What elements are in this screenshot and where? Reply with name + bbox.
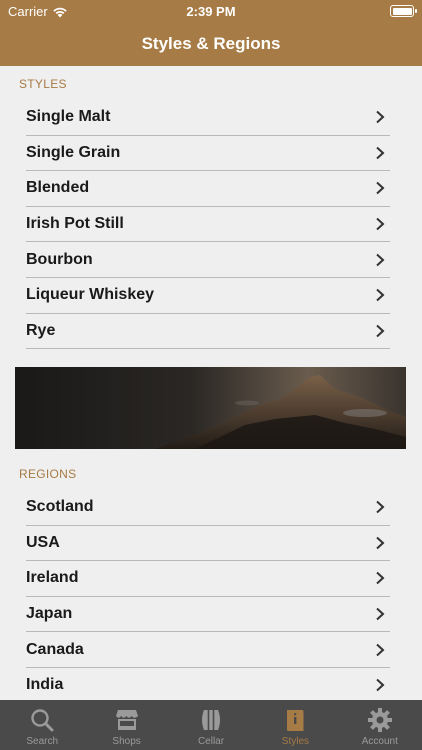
tab-account[interactable]: Account — [338, 700, 422, 750]
chevron-right-icon — [376, 501, 385, 514]
style-row-liqueur-whiskey[interactable]: Liqueur Whiskey — [26, 278, 390, 314]
chevron-right-icon — [376, 607, 385, 621]
tab-bar: Search Shops Cellar Styles Account — [0, 700, 422, 750]
navigation-header: Carrier 2:39 PM Styles & Regions — [0, 0, 422, 66]
row-label: Bourbon — [26, 250, 93, 268]
row-label: Japan — [26, 605, 73, 623]
chevron-right-icon — [376, 182, 385, 195]
chevron-right-icon — [376, 253, 385, 266]
tab-label: Shops — [112, 736, 141, 747]
row-label: Single Grain — [26, 143, 121, 161]
style-row-rye[interactable]: Rye — [26, 314, 390, 350]
style-row-single-grain[interactable]: Single Grain — [26, 136, 390, 172]
chevron-right-icon — [376, 289, 385, 302]
barrel-icon — [202, 710, 221, 730]
tab-shops[interactable]: Shops — [84, 700, 168, 750]
chevron-right-icon — [376, 643, 385, 656]
styles-regions-list[interactable]: STYLES Single Malt Single Grain Blended … — [0, 66, 422, 700]
mountain-landscape-illustration — [15, 367, 406, 449]
row-label: Rye — [26, 321, 56, 339]
row-label: USA — [26, 533, 60, 551]
row-label: Liqueur Whiskey — [26, 286, 155, 304]
chevron-right-icon — [376, 536, 385, 550]
style-row-single-malt[interactable]: Single Malt — [26, 100, 390, 136]
gear-icon — [367, 708, 392, 732]
landscape-banner-image — [15, 367, 406, 449]
tab-label: Account — [361, 736, 398, 747]
tab-label: Search — [26, 736, 59, 747]
row-label: Blended — [26, 179, 90, 197]
book-icon — [287, 710, 304, 731]
style-row-blended[interactable]: Blended — [26, 171, 390, 207]
styles-section-header: STYLES — [19, 77, 67, 91]
row-label: Scotland — [26, 498, 94, 516]
region-row-canada[interactable]: Canada — [26, 632, 390, 668]
page-title: Styles & Regions — [141, 34, 281, 53]
tab-cellar[interactable]: Cellar — [169, 700, 253, 750]
search-icon — [31, 709, 54, 732]
clock: 2:39 PM — [186, 4, 236, 19]
chevron-right-icon — [376, 111, 385, 124]
shop-icon — [115, 710, 138, 730]
row-label: Irish Pot Still — [26, 215, 124, 233]
region-row-japan[interactable]: Japan — [26, 597, 390, 633]
row-label: Ireland — [26, 569, 79, 587]
row-label: Single Malt — [26, 108, 111, 126]
region-row-usa[interactable]: USA — [26, 526, 390, 562]
chevron-right-icon — [376, 679, 385, 692]
regions-section-header: REGIONS — [19, 467, 77, 481]
status-bar: Carrier 2:39 PM — [0, 0, 422, 22]
tab-label: Cellar — [197, 736, 225, 747]
chevron-right-icon — [376, 146, 385, 160]
region-row-scotland[interactable]: Scotland — [26, 490, 390, 526]
chevron-right-icon — [376, 572, 385, 585]
style-row-irish-pot-still[interactable]: Irish Pot Still — [26, 207, 390, 243]
tab-styles[interactable]: Styles — [253, 700, 337, 750]
chevron-right-icon — [376, 324, 385, 338]
tab-label: Styles — [281, 736, 310, 747]
row-label: Canada — [26, 640, 84, 658]
style-row-bourbon[interactable]: Bourbon — [26, 242, 390, 278]
chevron-right-icon — [376, 217, 385, 231]
tab-search[interactable]: Search — [0, 700, 84, 750]
region-row-india[interactable]: India — [26, 668, 390, 700]
region-row-ireland[interactable]: Ireland — [26, 561, 390, 597]
row-label: India — [26, 676, 64, 694]
battery-icon — [390, 5, 417, 17]
